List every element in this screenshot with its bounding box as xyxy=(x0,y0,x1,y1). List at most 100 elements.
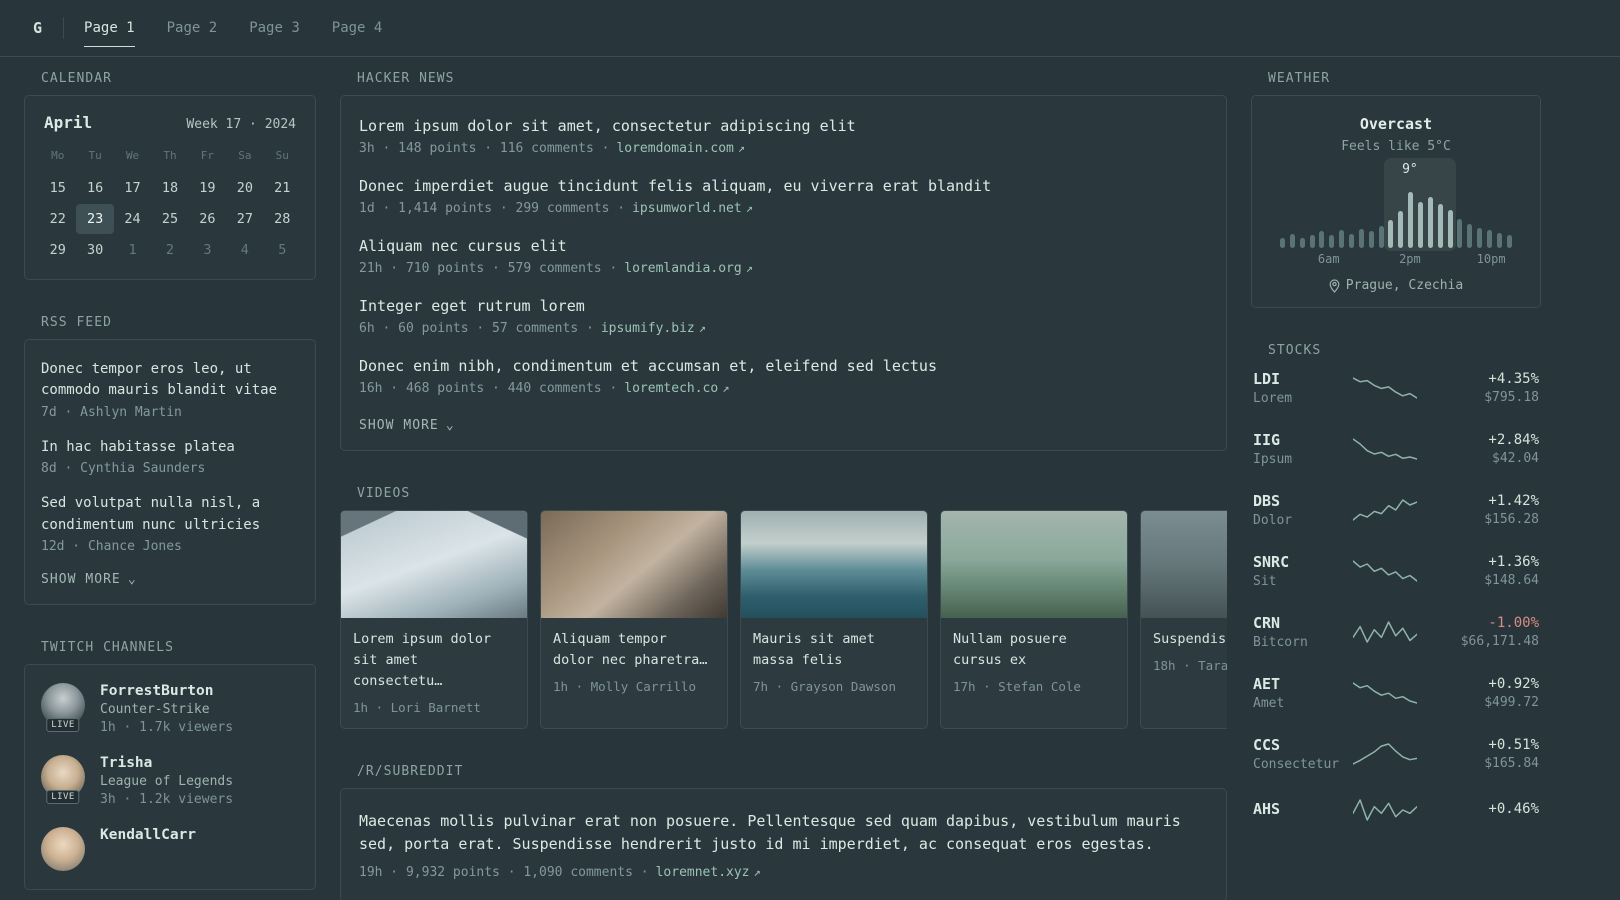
twitch-channel-game: League of Legends xyxy=(100,774,234,790)
stock-ticker: SNRC xyxy=(1253,553,1290,571)
video-card[interactable]: Lorem ipsum dolor sit amet consectetu… 1… xyxy=(340,510,528,729)
video-title: Suspendisse diam xyxy=(1153,631,1227,647)
stock-row[interactable]: CCS Consectetur +0.51% $165.84 xyxy=(1253,736,1539,772)
hn-item-domain: loremdomain.com xyxy=(616,141,734,156)
calendar-day: 21 xyxy=(274,180,291,196)
stock-price: $156.28 xyxy=(1484,512,1539,527)
video-thumbnail xyxy=(541,511,727,618)
external-link-icon: ↗ xyxy=(745,201,753,215)
hn-item-title[interactable]: Donec imperdiet augue tincidunt felis al… xyxy=(359,177,1208,195)
content-grid: CALENDAR April Week 17 · 2024 Mo Tu We T… xyxy=(0,57,1620,900)
tab-page-4[interactable]: Page 4 xyxy=(332,0,383,56)
video-card-body: Lorem ipsum dolor sit amet consectetu… 1… xyxy=(341,618,527,728)
subreddit-section: /R/SUBREDDIT Maecenas mollis pulvinar er… xyxy=(340,764,1227,900)
live-badge: LIVE xyxy=(46,790,80,805)
hn-item-title[interactable]: Lorem ipsum dolor sit amet, consectetur … xyxy=(359,117,1208,135)
hn-item-domain-link[interactable]: loremtech.co ↗ xyxy=(624,381,729,396)
twitch-avatar xyxy=(41,827,85,872)
stock-name: Lorem xyxy=(1253,391,1293,406)
video-card[interactable]: Mauris sit amet massa felis 7h · Grayson… xyxy=(740,510,928,729)
calendar-section: CALENDAR April Week 17 · 2024 Mo Tu We T… xyxy=(24,71,316,280)
subreddit-domain-link[interactable]: loremnet.xyz ↗ xyxy=(656,865,761,880)
calendar-day: 29 xyxy=(49,242,66,258)
hn-item: Lorem ipsum dolor sit amet, consectetur … xyxy=(359,117,1208,156)
rss-item-title[interactable]: Donec tempor eros leo, ut commodo mauris… xyxy=(41,359,299,402)
video-meta: 1h · Molly Carrillo xyxy=(553,678,696,694)
hn-item-domain-link[interactable]: loremlandia.org ↗ xyxy=(624,261,753,276)
hn-item-title[interactable]: Aliquam nec cursus elit xyxy=(359,237,1208,255)
hn-show-more-button[interactable]: SHOW MORE ⌄ xyxy=(359,418,455,433)
calendar-section-title: CALENDAR xyxy=(41,71,112,86)
stock-ticker: DBS xyxy=(1253,492,1281,510)
video-card[interactable]: Aliquam tempor dolor nec pharetra… 1h · … xyxy=(540,510,728,729)
weather-bar xyxy=(1349,233,1355,248)
calendar-dow: Mo xyxy=(51,149,65,162)
rss-show-more-label: SHOW MORE xyxy=(41,572,121,588)
stock-row[interactable]: LDI Lorem +4.35% $795.18 xyxy=(1253,370,1539,406)
rss-show-more-button[interactable]: SHOW MORE ⌄ xyxy=(41,572,137,587)
weather-bar xyxy=(1496,232,1502,248)
twitch-channel-row[interactable]: LIVE Trisha League of Legends 3h · 1.2k … xyxy=(41,755,299,807)
live-badge: LIVE xyxy=(46,718,80,733)
weather-section: WEATHER Overcast Feels like 5°C 9° 6am 2… xyxy=(1251,71,1541,308)
hn-item-title[interactable]: Integer eget rutrum lorem xyxy=(359,297,1208,315)
twitch-channel-meta: 1h · 1.7k viewers xyxy=(100,720,234,736)
rss-item-title[interactable]: Sed volutpat nulla nisl, a condimentum n… xyxy=(41,493,299,536)
video-card-body: Suspendisse diam 18h · Tara xyxy=(1141,618,1227,686)
stock-row[interactable]: AHS +0.46% xyxy=(1253,797,1539,823)
stock-name: Bitcorn xyxy=(1253,635,1308,650)
twitch-widget: LIVE ForrestBurton Counter-Strike 1h · 1… xyxy=(24,664,316,891)
rss-section-title: RSS FEED xyxy=(41,315,112,330)
topbar-divider xyxy=(63,17,65,39)
subreddit-post-title[interactable]: Maecenas mollis pulvinar erat non posuer… xyxy=(359,810,1204,857)
hn-item-title[interactable]: Donec enim nibh, condimentum et accumsan… xyxy=(359,357,1208,375)
stock-sparkline xyxy=(1352,497,1418,523)
weather-section-title: WEATHER xyxy=(1268,71,1331,86)
weather-bar xyxy=(1358,228,1364,248)
tab-page-2[interactable]: Page 2 xyxy=(167,0,218,56)
weather-feels-like: Feels like 5°C xyxy=(1341,139,1451,154)
hackernews-widget: Lorem ipsum dolor sit amet, consectetur … xyxy=(340,95,1227,451)
video-card-body: Nullam posuere cursus ex 17h · Stefan Co… xyxy=(941,618,1127,707)
dashboard-app: G Page 1 Page 2 Page 3 Page 4 CALENDAR A… xyxy=(0,0,1620,900)
tab-page-3[interactable]: Page 3 xyxy=(249,0,300,56)
calendar-dow: Th xyxy=(163,149,177,162)
tab-page-1[interactable]: Page 1 xyxy=(84,0,135,56)
stock-ticker: IIG xyxy=(1253,431,1281,449)
video-title: Mauris sit amet massa felis xyxy=(753,631,875,668)
subreddit-post: Maecenas mollis pulvinar erat non posuer… xyxy=(359,810,1208,881)
video-card[interactable]: Nullam posuere cursus ex 17h · Stefan Co… xyxy=(940,510,1128,729)
weather-condition: Overcast xyxy=(1359,115,1433,133)
video-card-body: Mauris sit amet massa felis 7h · Grayson… xyxy=(741,618,927,707)
video-card[interactable]: Suspendisse diam 18h · Tara xyxy=(1140,510,1227,729)
weather-bar xyxy=(1289,233,1295,248)
hn-item: Integer eget rutrum lorem 6h · 60 points… xyxy=(359,297,1208,336)
chevron-down-icon: ⌄ xyxy=(127,572,137,588)
hn-item-domain-link[interactable]: ipsumworld.net ↗ xyxy=(632,201,753,216)
topbar: G Page 1 Page 2 Page 3 Page 4 xyxy=(0,0,1620,57)
hn-item-domain: ipsumify.biz xyxy=(600,321,695,336)
calendar-day-next-month: 1 xyxy=(128,242,137,258)
stocks-list: LDI Lorem +4.35% $795.18 IIG Ipsum +2.84… xyxy=(1251,367,1541,823)
stock-row[interactable]: AET Amet +0.92% $499.72 xyxy=(1253,675,1539,711)
calendar-widget: April Week 17 · 2024 Mo Tu We Th Fr Sa S… xyxy=(24,95,316,280)
hn-item-domain-link[interactable]: loremdomain.com ↗ xyxy=(616,141,745,156)
twitch-channel-row[interactable]: KendallCarr xyxy=(41,827,299,872)
stock-row[interactable]: CRN Bitcorn -1.00% $66,171.48 xyxy=(1253,614,1539,650)
stock-row[interactable]: SNRC Sit +1.36% $148.64 xyxy=(1253,553,1539,589)
rss-item-title[interactable]: In hac habitasse platea xyxy=(41,437,299,458)
video-thumbnail xyxy=(741,511,927,618)
stock-row[interactable]: IIG Ipsum +2.84% $42.04 xyxy=(1253,431,1539,467)
stock-row[interactable]: DBS Dolor +1.42% $156.28 xyxy=(1253,492,1539,528)
twitch-channel-name: Trisha xyxy=(100,755,153,772)
hn-item-domain-link[interactable]: ipsumify.biz ↗ xyxy=(601,321,706,336)
video-card-body: Aliquam tempor dolor nec pharetra… 1h · … xyxy=(541,618,727,707)
stock-name: Ipsum xyxy=(1253,452,1293,467)
stock-ticker: LDI xyxy=(1253,370,1281,388)
stock-name: Consectetur xyxy=(1253,757,1340,772)
calendar-dow: Sa xyxy=(238,149,252,162)
weather-peak-temp: 9° xyxy=(1402,162,1418,177)
right-column: WEATHER Overcast Feels like 5°C 9° 6am 2… xyxy=(1251,71,1541,858)
weather-bar xyxy=(1319,231,1325,248)
twitch-channel-row[interactable]: LIVE ForrestBurton Counter-Strike 1h · 1… xyxy=(41,683,299,735)
